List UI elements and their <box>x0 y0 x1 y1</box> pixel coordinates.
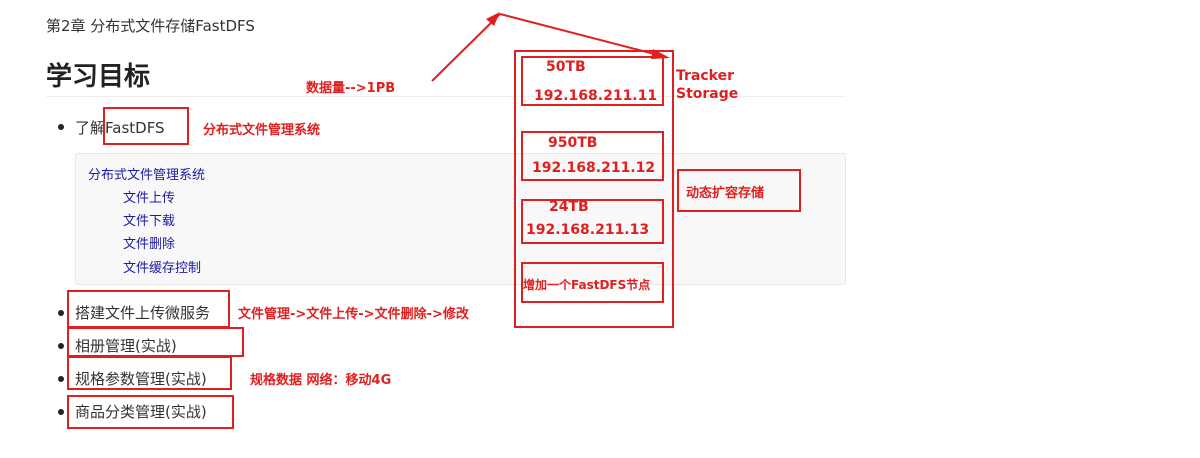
storage-node-size: 24TB <box>549 199 589 215</box>
annotation-dynamic-expand: 动态扩容存储 <box>686 186 765 201</box>
storage-node-size: 50TB <box>546 59 586 75</box>
storage-node-ip: 192.168.211.11 <box>534 88 658 104</box>
storage-node-size: 950TB <box>548 135 598 151</box>
add-node-label: 增加一个FastDFS节点 <box>523 278 651 292</box>
tracker-label: Tracker <box>676 68 734 84</box>
storage-node-ip: 192.168.211.13 <box>526 222 650 238</box>
storage-label: Storage <box>676 86 739 102</box>
storage-node-ip: 192.168.211.12 <box>532 160 656 176</box>
